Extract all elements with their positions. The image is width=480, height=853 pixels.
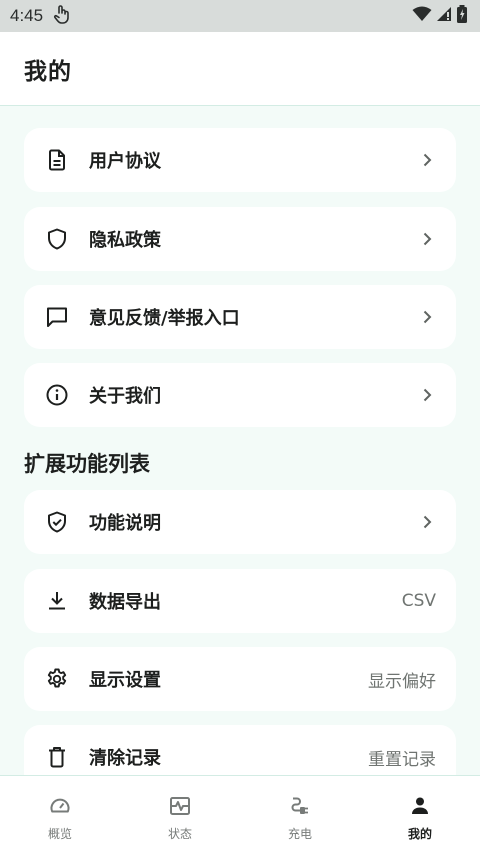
menu-item-label: 功能说明: [89, 513, 161, 534]
nav-tab-overview[interactable]: 概览: [0, 776, 120, 853]
battery-icon: [456, 4, 468, 28]
nav-tab-label: 我的: [407, 827, 432, 841]
menu-item-label: 用户协议: [89, 151, 161, 172]
menu-item-label: 意见反馈/举报入口: [89, 308, 240, 329]
trash-icon: [44, 744, 70, 770]
wifi-icon: [412, 6, 432, 27]
signal-icon: [436, 6, 452, 27]
menu-item-feature-guide[interactable]: 功能说明: [24, 490, 456, 554]
nav-tab-status[interactable]: 状态: [120, 776, 240, 853]
menu-item-clear-records[interactable]: 清除记录 重置记录: [24, 725, 456, 775]
touch-hand-icon: [53, 4, 71, 29]
reset-records-value: 重置记录: [368, 749, 436, 770]
display-preference-value: 显示偏好: [368, 671, 436, 692]
shield-icon: [44, 226, 70, 252]
chevron-right-icon: [418, 386, 436, 404]
menu-item-privacy-policy[interactable]: 隐私政策: [24, 207, 456, 271]
info-icon: [44, 382, 70, 408]
menu-item-data-export[interactable]: 数据导出 CSV: [24, 569, 456, 633]
menu-item-user-agreement[interactable]: 用户协议: [24, 128, 456, 192]
chat-bubble-icon: [44, 304, 70, 330]
shield-check-icon: [44, 509, 70, 535]
nav-tab-label: 概览: [47, 827, 72, 841]
bottom-navigation: 概览 状态 充电 我的: [0, 775, 480, 853]
download-icon: [44, 588, 70, 614]
document-icon: [44, 147, 70, 173]
charging-plug-icon: [288, 794, 312, 822]
menu-item-display-settings[interactable]: 显示设置 显示偏好: [24, 647, 456, 711]
status-time: 4:45: [10, 6, 44, 25]
pulse-icon: [168, 794, 192, 822]
status-bar: 4:45: [0, 0, 480, 32]
nav-tab-charging[interactable]: 充电: [240, 776, 360, 853]
chevron-right-icon: [418, 513, 436, 531]
nav-tab-label: 充电: [287, 827, 312, 841]
menu-item-label: 关于我们: [89, 386, 161, 407]
nav-tab-mine[interactable]: 我的: [360, 776, 480, 853]
settings-list[interactable]: 用户协议 隐私政策 意见反馈/举报入口 关于我们 扩展功能列表 功能说明 数据导…: [0, 107, 480, 775]
gauge-icon: [48, 794, 72, 822]
top-app-bar: 我的: [0, 32, 480, 106]
menu-item-label: 数据导出: [89, 592, 161, 613]
menu-item-feedback[interactable]: 意见反馈/举报入口: [24, 285, 456, 349]
menu-item-about-us[interactable]: 关于我们: [24, 363, 456, 427]
nav-tab-label: 状态: [167, 827, 192, 841]
export-format-value: CSV: [401, 591, 436, 611]
chevron-right-icon: [418, 230, 436, 248]
chevron-right-icon: [418, 308, 436, 326]
page-title: 我的: [24, 58, 72, 85]
gear-icon: [44, 666, 70, 692]
menu-item-label: 清除记录: [89, 748, 161, 769]
menu-item-label: 显示设置: [89, 670, 161, 691]
chevron-right-icon: [418, 151, 436, 169]
section-title-extensions: 扩展功能列表: [24, 452, 150, 476]
menu-item-label: 隐私政策: [89, 230, 161, 251]
person-icon: [408, 794, 432, 822]
